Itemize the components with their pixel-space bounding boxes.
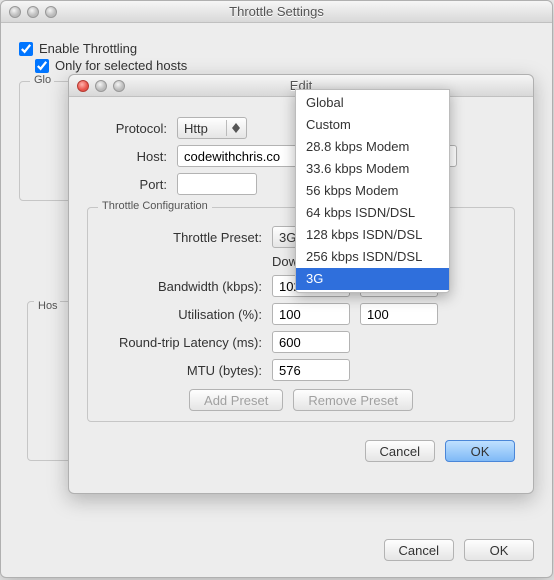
ok-button[interactable]: OK: [445, 440, 515, 462]
protocol-value: Http: [184, 121, 208, 136]
preset-option[interactable]: Global: [296, 92, 449, 114]
preset-option[interactable]: 128 kbps ISDN/DSL: [296, 224, 449, 246]
preset-option[interactable]: 33.6 kbps Modem: [296, 158, 449, 180]
protocol-select[interactable]: Http: [177, 117, 247, 139]
bandwidth-label: Bandwidth (kbps):: [102, 279, 262, 294]
zoom-icon[interactable]: [45, 6, 57, 18]
cancel-button[interactable]: Cancel: [365, 440, 435, 462]
only-selected-hosts-label: Only for selected hosts: [55, 58, 187, 73]
window-title: Throttle Settings: [1, 4, 552, 19]
chevron-updown-icon: [226, 120, 244, 136]
titlebar: Throttle Settings: [1, 1, 552, 23]
global-group-label: Glo: [30, 74, 54, 86]
enable-throttling-checkbox[interactable]: Enable Throttling: [19, 41, 534, 56]
close-icon[interactable]: [77, 80, 89, 92]
utilisation-download-input[interactable]: [272, 303, 350, 325]
port-label: Port:: [87, 177, 167, 192]
hosts-group-label: Hos: [34, 300, 60, 312]
remove-preset-button[interactable]: Remove Preset: [293, 389, 413, 411]
zoom-icon: [113, 80, 125, 92]
protocol-label: Protocol:: [87, 121, 167, 136]
enable-throttling-input[interactable]: [19, 42, 33, 56]
add-preset-button[interactable]: Add Preset: [189, 389, 283, 411]
only-selected-hosts-checkbox[interactable]: Only for selected hosts: [35, 58, 534, 73]
preset-option[interactable]: 3G: [296, 268, 449, 290]
port-input[interactable]: [177, 173, 257, 195]
minimize-icon[interactable]: [27, 6, 39, 18]
preset-option[interactable]: 56 kbps Modem: [296, 180, 449, 202]
preset-option[interactable]: Custom: [296, 114, 449, 136]
host-label: Host:: [87, 149, 167, 164]
mtu-input[interactable]: [272, 359, 350, 381]
preset-option[interactable]: 256 kbps ISDN/DSL: [296, 246, 449, 268]
latency-label: Round-trip Latency (ms):: [102, 335, 262, 350]
throttle-preset-dropdown[interactable]: GlobalCustom28.8 kbps Modem33.6 kbps Mod…: [295, 89, 450, 293]
latency-input[interactable]: [272, 331, 350, 353]
close-icon[interactable]: [9, 6, 21, 18]
preset-option[interactable]: 28.8 kbps Modem: [296, 136, 449, 158]
enable-throttling-label: Enable Throttling: [39, 41, 137, 56]
cancel-button[interactable]: Cancel: [384, 539, 454, 561]
mtu-label: MTU (bytes):: [102, 363, 262, 378]
ok-button[interactable]: OK: [464, 539, 534, 561]
utilisation-label: Utilisation (%):: [102, 307, 262, 322]
throttle-preset-label: Throttle Preset:: [102, 230, 262, 245]
utilisation-upload-input[interactable]: [360, 303, 438, 325]
preset-option[interactable]: 64 kbps ISDN/DSL: [296, 202, 449, 224]
throttle-config-label: Throttle Configuration: [98, 200, 212, 212]
throttle-preset-value: 3G: [279, 230, 296, 245]
minimize-icon: [95, 80, 107, 92]
only-selected-hosts-input[interactable]: [35, 59, 49, 73]
